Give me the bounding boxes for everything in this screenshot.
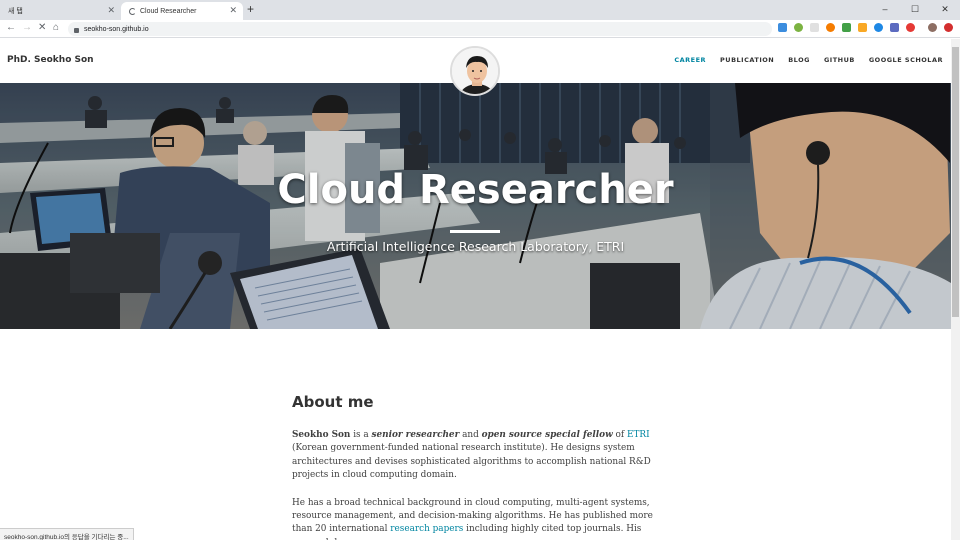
close-icon[interactable]: ✕ <box>107 5 115 16</box>
browser-tab-new[interactable]: 새 탭 ✕ <box>0 2 121 20</box>
text-span: (Korean government-funded national resea… <box>292 443 651 481</box>
stop-icon[interactable]: ✕ <box>38 22 46 33</box>
extension-icon[interactable] <box>944 23 953 32</box>
role-senior-researcher: senior researcher <box>371 430 460 440</box>
status-bubble: seokho-son.github.io의 응답을 기다리는 중... <box>0 528 134 540</box>
etri-link[interactable]: ETRI <box>627 430 650 440</box>
site-brand[interactable]: PhD. Seokho Son <box>7 55 94 65</box>
back-icon[interactable]: ← <box>6 22 16 33</box>
loading-spinner-icon <box>129 7 136 15</box>
tab-title: 새 탭 <box>8 8 23 15</box>
lock-icon <box>74 27 79 33</box>
nav-google-scholar[interactable]: GOOGLE SCHOLAR <box>869 56 943 64</box>
hero-title: Cloud Researcher <box>277 167 674 213</box>
nav-github[interactable]: GITHUB <box>824 56 855 64</box>
address-bar[interactable]: seokho-son.github.io ☆ <box>68 22 786 36</box>
author-name: Seokho Son <box>292 430 351 440</box>
text-span: is a <box>350 430 372 440</box>
url-text: seokho-son.github.io <box>84 25 149 33</box>
extension-icon[interactable] <box>778 23 787 32</box>
page-scrollbar[interactable] <box>951 39 960 540</box>
maximize-button[interactable]: ☐ <box>900 0 930 18</box>
about-paragraph-2: He has a broad technical background in c… <box>292 497 660 540</box>
close-icon[interactable]: ✕ <box>229 5 237 16</box>
extension-icon[interactable] <box>842 23 851 32</box>
about-paragraph-1: Seokho Son is a senior researcher and op… <box>292 429 660 483</box>
extension-icon[interactable] <box>906 23 915 32</box>
scrollbar-thumb[interactable] <box>952 47 959 317</box>
nav-career[interactable]: CAREER <box>674 56 706 64</box>
extension-icon[interactable] <box>858 23 867 32</box>
close-window-button[interactable]: ✕ <box>930 0 960 18</box>
extension-icon[interactable] <box>810 23 819 32</box>
extension-icon[interactable] <box>874 23 883 32</box>
avatar[interactable] <box>450 46 500 96</box>
text-span: and <box>459 430 482 440</box>
nav-blog[interactable]: BLOG <box>788 56 810 64</box>
hero-banner: Cloud Researcher Artificial Intelligence… <box>0 83 951 329</box>
minimize-button[interactable]: – <box>870 0 900 18</box>
extension-icon[interactable] <box>890 23 899 32</box>
nav-links: CAREER PUBLICATION BLOG GITHUB GOOGLE SC… <box>674 56 943 64</box>
home-icon[interactable]: ⌂ <box>53 22 59 33</box>
research-papers-link[interactable]: research papers <box>390 524 463 534</box>
text-span: of <box>612 430 627 440</box>
about-heading: About me <box>292 393 374 411</box>
tab-title: Cloud Researcher <box>140 7 197 15</box>
browser-tab-bar: 새 탭 ✕ Cloud Researcher ✕ + – ☐ ✕ <box>0 0 960 20</box>
hero-divider <box>450 230 500 233</box>
forward-icon[interactable]: → <box>22 22 32 33</box>
about-section: About me Seokho Son is a senior research… <box>292 393 660 540</box>
browser-tab-active[interactable]: Cloud Researcher ✕ <box>121 2 243 20</box>
extension-icon[interactable] <box>794 23 803 32</box>
hero-subtitle: Artificial Intelligence Research Laborat… <box>326 239 625 254</box>
profile-avatar-icon[interactable] <box>928 23 937 32</box>
role-open-source-fellow: open source special fellow <box>481 430 613 440</box>
extension-icon[interactable] <box>826 23 835 32</box>
nav-publication[interactable]: PUBLICATION <box>720 56 774 64</box>
new-tab-button[interactable]: + <box>247 2 254 16</box>
